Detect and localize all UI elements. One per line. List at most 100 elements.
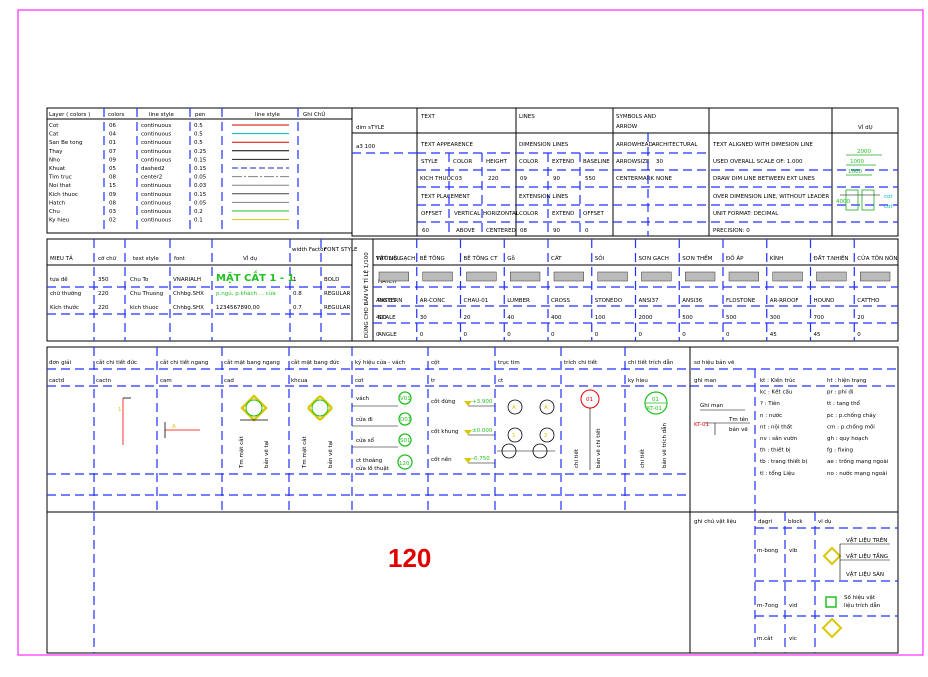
dim-arrowsize: ARROWSIZE — [616, 159, 650, 165]
hatch-swatch — [510, 271, 541, 282]
abbrev-left: th : thiết bị — [760, 447, 791, 454]
notes-row-1-block: vib — [789, 548, 798, 554]
hatch-col-pattern: CATTHO — [857, 298, 880, 304]
hatch-col-name: BÊ TÔNG — [420, 254, 445, 262]
hatch-col-pattern: ANSI36 — [682, 298, 702, 304]
ts-row-font: VNARIALH — [173, 277, 201, 283]
layer-row-pen: 0.03 — [194, 183, 207, 189]
page-frame — [17, 9, 924, 656]
ts-row-size: 220 — [98, 305, 109, 311]
hatch-swatch — [422, 271, 453, 282]
detail-ref-chi-tiet: chi tiết — [639, 448, 646, 468]
dim-centermark: CENTERMARK — [616, 176, 654, 182]
lv-cot-khung: cốt khung — [431, 428, 458, 435]
hatch-col-name: Gỗ — [507, 255, 515, 262]
sym-sub: tr — [431, 378, 436, 384]
hatch-col-pattern: ANSI31 — [376, 298, 396, 304]
hatch-col-scale: 40 — [507, 315, 514, 321]
big-number: 120 — [388, 543, 431, 573]
ts-header-size: cỡ chữ — [98, 256, 117, 262]
vidu-label-1: 2000 — [857, 149, 871, 155]
hatch-col-angle: 0 — [682, 332, 686, 338]
sh-kt: KT-01 — [694, 422, 709, 428]
hatch-col-scale: 400 — [551, 315, 562, 321]
ts-header-example: VÍ dụ — [243, 255, 257, 262]
ts-header-factor: width Factor — [292, 247, 326, 253]
sym-sub: ghi man — [694, 378, 717, 384]
ts-row-desc: Kích thước — [50, 304, 79, 311]
symbol-door-window: vách cửa đi cửa sổ ct thoáng cửa lồ thuậ… — [352, 391, 413, 472]
abbrev-right: pc : p.chống cháy — [827, 412, 877, 419]
layer-row-pen: 0.25 — [194, 149, 207, 155]
layer-row-color: 05 — [109, 166, 116, 172]
hatch-col-scale: 400 — [376, 315, 387, 321]
cmd-tm-label: Tm mặt cắt — [301, 436, 308, 469]
ts-row-size: 350 — [98, 277, 109, 283]
hatch-col-name: SỎI — [595, 254, 605, 262]
lv-cot-dung: cốt đứng — [431, 398, 455, 405]
hatch-col-angle: 0 — [595, 332, 599, 338]
hatch-swatch — [816, 271, 847, 282]
dim-above: ABOVE — [456, 228, 475, 234]
layer-row-name: Ky hieu — [49, 218, 69, 224]
ts-header-font: font — [174, 256, 186, 262]
notes-row-3-block: vic — [789, 636, 797, 642]
dim-aligned: TEXT ALIGNED WITH DIMESION LINE — [712, 142, 813, 148]
layer-row-color: 08 — [109, 200, 116, 206]
hatch-col-name: TƯỜNG GẠCH — [375, 255, 415, 262]
dim-ext-extend-val: 90 — [553, 228, 560, 234]
detail-ref-num: 01 — [652, 397, 659, 403]
hatch-col-name: ĐẤT T.NHIÊN — [814, 254, 849, 262]
dim-over-dim: OVER DIMENSION LINE, WITHOUT LEADER — [713, 194, 829, 200]
cut-vert-tag: 1 — [118, 407, 122, 413]
sym-sub: khcua — [291, 378, 308, 384]
ts-row-example: MẶT CẮT 1 - 1 — [216, 269, 294, 284]
sym-cua-di: cửa đi — [356, 416, 373, 423]
ts-header-fstyle: FONT STYLE — [324, 247, 358, 253]
cmb-tm-label: Tm mặt cắt — [238, 436, 245, 469]
mat-tren: VẬT LIỆU TRÊN — [846, 536, 887, 544]
layer-row-color: 09 — [109, 157, 116, 163]
text-style-table: MIEU TẢ cỡ chữ text style font VÍ dụ wid… — [46, 238, 358, 342]
ts-row-desc: chữ thường — [50, 290, 81, 297]
sh-ban-ve: bản vẽ — [729, 426, 748, 433]
layer-header-pen: pen — [195, 112, 206, 118]
abbrev-right: ht : hiện trạng — [827, 377, 866, 384]
hatch-col-name: KÍNH — [770, 255, 783, 262]
axis-tag-a: A — [512, 405, 516, 411]
layer-row-style: dashed2 — [141, 166, 165, 172]
hatch-col-name: SƠN GẠCH — [639, 256, 669, 262]
hatch-col-angle: 0 — [726, 332, 730, 338]
symbol-cut-horizontal: A — [164, 422, 200, 438]
symbol-section-plan: Tm mặt cắt bản vẽ tại Tm mặt cắt bản vẽ … — [238, 394, 334, 469]
hatch-swatch — [553, 271, 584, 282]
dim-lines-header: LINES — [519, 114, 535, 120]
dim-precision: PRECISION: 0 — [713, 228, 750, 234]
detail-chi-tiet: chi tiết — [573, 448, 580, 468]
sym-vach: vách — [356, 395, 370, 402]
dim-line-baseline: BASELINE — [583, 159, 610, 165]
hatch-col-scale: 700 — [814, 315, 825, 321]
sh-ghi-man: Ghi mạn — [700, 403, 724, 409]
hatch-col-name: CÁT — [551, 255, 562, 262]
ts-row-example: p.ngủ, p.khách ... cửa — [216, 290, 276, 297]
hatch-col-angle: 0 — [507, 332, 511, 338]
dim-text-appearance: TEXT APPEARENCE — [420, 142, 473, 148]
layer-row-pen: 0.15 — [194, 157, 207, 163]
hatch-swatch — [378, 271, 409, 282]
layer-row-style: continuous — [141, 200, 171, 206]
mat-so-hieu: Số hiệu vật — [844, 594, 876, 601]
notes-row-1-code: m-bong — [757, 548, 778, 554]
hatch-col-angle: 0 — [376, 332, 380, 338]
dim-height: HEIGHT — [486, 159, 508, 165]
sym-sub: cad — [224, 378, 234, 384]
layer-row-style: center2 — [141, 175, 162, 181]
dim-style-label: dim sTYLE — [356, 125, 385, 131]
sym-header: cắt mặt bang ngang — [224, 359, 280, 366]
abbrev-left: nt : nội thất — [760, 423, 793, 430]
abbrev-right: fg : fixing — [827, 448, 853, 454]
layer-row-name: Cot — [49, 123, 59, 129]
hatch-side-label: DÙNG CHO BẢN VẼ TỈ LỆ 1/100 — [362, 252, 370, 338]
hatch-col-pattern: CHAU-01 — [464, 298, 489, 304]
symbol-cut-vertical: 1 — [118, 397, 131, 445]
